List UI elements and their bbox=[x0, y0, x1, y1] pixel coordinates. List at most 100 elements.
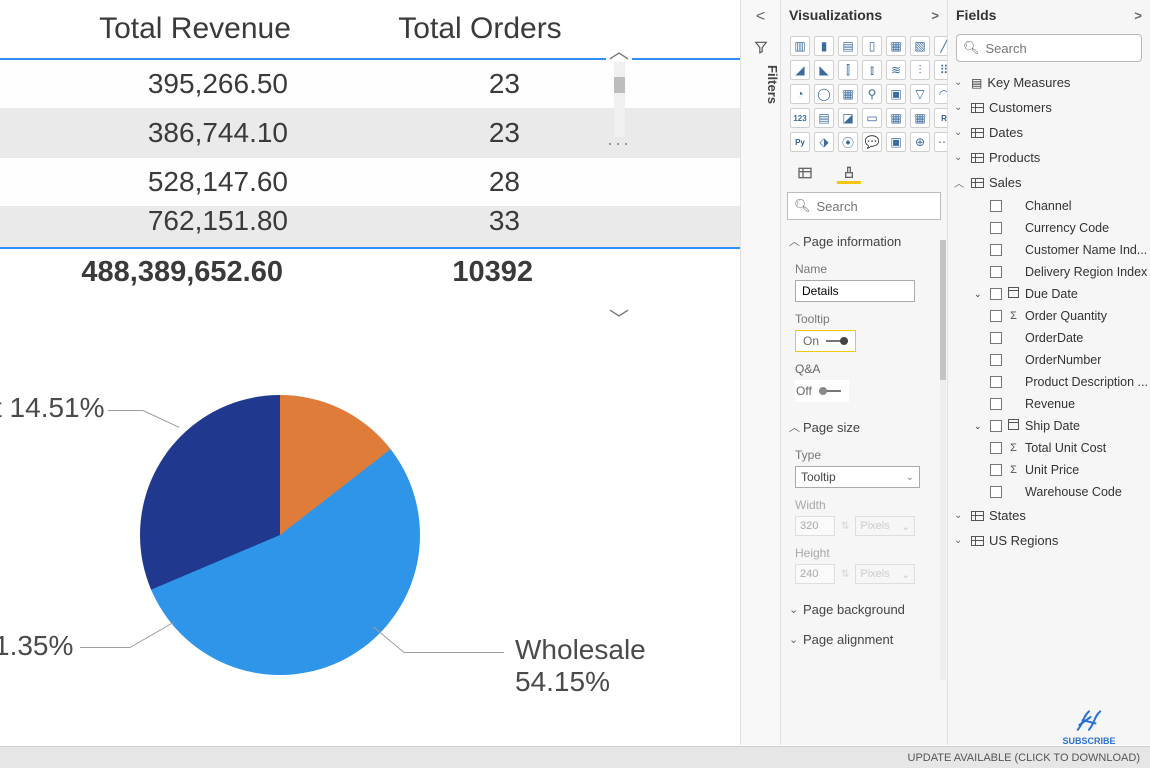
qa-visual-icon[interactable]: 💬 bbox=[862, 132, 882, 152]
scroll-track[interactable] bbox=[614, 62, 625, 137]
pie-chart[interactable]: t 14.51% 1.35% Wholesale 54.15% bbox=[0, 382, 740, 745]
filters-pane-collapsed[interactable]: < Filters bbox=[741, 0, 781, 745]
height-unit-select[interactable]: Pixels⌄ bbox=[855, 564, 915, 584]
field-revenue[interactable]: Revenue bbox=[974, 393, 1150, 415]
field-unit-price[interactable]: ΣUnit Price bbox=[974, 459, 1150, 481]
field-customer-name-ind-[interactable]: Customer Name Ind... bbox=[974, 239, 1150, 261]
scroll-thumb[interactable] bbox=[614, 77, 625, 93]
col-header-revenue[interactable]: Total Revenue bbox=[40, 12, 350, 46]
card-icon[interactable]: 123 bbox=[790, 108, 810, 128]
page-size-type-select[interactable]: Tooltip ⌄ bbox=[795, 466, 920, 488]
area-chart-icon[interactable]: ◢ bbox=[790, 60, 810, 80]
field-checkbox[interactable] bbox=[990, 288, 1002, 300]
donut-chart-icon[interactable]: ◯ bbox=[814, 84, 834, 104]
qa-toggle[interactable]: Off bbox=[795, 380, 849, 402]
table-node-key-measures[interactable]: ⌄▤Key Measures bbox=[954, 70, 1150, 95]
stacked-area-icon[interactable]: ◣ bbox=[814, 60, 834, 80]
line-clustered-column-icon[interactable]: ⫾ bbox=[862, 60, 882, 80]
field-checkbox[interactable] bbox=[990, 376, 1002, 388]
kpi-icon[interactable]: ◪ bbox=[838, 108, 858, 128]
status-bar[interactable]: UPDATE AVAILABLE (CLICK TO DOWNLOAD) bbox=[0, 746, 1150, 768]
get-more-visuals-icon[interactable]: ⋯ bbox=[934, 132, 948, 152]
field-product-description-[interactable]: Product Description ... bbox=[974, 371, 1150, 393]
fields-search-input[interactable]: 🔍︎ bbox=[956, 34, 1142, 62]
arcgis-icon[interactable]: ⊕ bbox=[910, 132, 930, 152]
100-stacked-bar-icon[interactable]: ▦ bbox=[886, 36, 906, 56]
viz-pane-scrollbar[interactable] bbox=[940, 240, 946, 680]
stacked-bar-icon[interactable]: ▥ bbox=[790, 36, 810, 56]
table-visual-icon[interactable]: ▦ bbox=[886, 108, 906, 128]
field-orderdate[interactable]: OrderDate bbox=[974, 327, 1150, 349]
clustered-bar-icon[interactable]: ▤ bbox=[838, 36, 858, 56]
field-delivery-region-index[interactable]: Delivery Region Index bbox=[974, 261, 1150, 283]
scroll-up-icon[interactable]: ︿ bbox=[606, 36, 632, 62]
field-channel[interactable]: Channel bbox=[974, 195, 1150, 217]
field-total-unit-cost[interactable]: ΣTotal Unit Cost bbox=[974, 437, 1150, 459]
table-node-products[interactable]: ⌄Products bbox=[954, 145, 1150, 170]
100-stacked-column-icon[interactable]: ▧ bbox=[910, 36, 930, 56]
field-checkbox[interactable] bbox=[990, 266, 1002, 278]
width-unit-select[interactable]: Pixels⌄ bbox=[855, 516, 915, 536]
field-currency-code[interactable]: Currency Code bbox=[974, 217, 1150, 239]
gauge-icon[interactable]: ◠ bbox=[934, 84, 948, 104]
slicer-icon[interactable]: ▭ bbox=[862, 108, 882, 128]
table-node-customers[interactable]: ⌄Customers bbox=[954, 95, 1150, 120]
ribbon-chart-icon[interactable]: ≋ bbox=[886, 60, 906, 80]
field-checkbox[interactable] bbox=[990, 332, 1002, 344]
pie-chart-icon[interactable]: ◔ bbox=[790, 84, 810, 104]
table-node-sales[interactable]: ︿Sales bbox=[954, 170, 1150, 195]
field-checkbox[interactable] bbox=[990, 398, 1002, 410]
update-available-link[interactable]: UPDATE AVAILABLE (CLICK TO DOWNLOAD) bbox=[908, 752, 1140, 764]
python-visual-icon[interactable]: Py bbox=[790, 132, 810, 152]
collapse-fields-icon[interactable]: > bbox=[1134, 8, 1142, 23]
section-page-alignment[interactable]: ⌄ Page alignment bbox=[781, 624, 947, 654]
expand-filters-icon[interactable]: < bbox=[741, 0, 780, 26]
field-checkbox[interactable] bbox=[990, 310, 1002, 322]
field-ordernumber[interactable]: OrderNumber bbox=[974, 349, 1150, 371]
format-search-field[interactable] bbox=[817, 199, 948, 214]
table-node-us-regions[interactable]: ⌄US Regions bbox=[954, 528, 1150, 553]
table-scrollbar[interactable]: ︿ ··· ﹀ bbox=[606, 36, 640, 336]
section-page-size[interactable]: ︿ Page size bbox=[781, 412, 947, 442]
field-order-quantity[interactable]: ΣOrder Quantity bbox=[974, 305, 1150, 327]
format-tab[interactable] bbox=[837, 162, 861, 184]
pie-graphic[interactable] bbox=[140, 395, 420, 675]
multi-row-card-icon[interactable]: ▤ bbox=[814, 108, 834, 128]
clustered-column-icon[interactable]: ▯ bbox=[862, 36, 882, 56]
scroll-down-icon[interactable]: ﹀ bbox=[606, 304, 632, 330]
field-checkbox[interactable] bbox=[990, 420, 1002, 432]
field-due-date[interactable]: ⌄Due Date bbox=[974, 283, 1150, 305]
page-name-input[interactable] bbox=[795, 280, 915, 302]
field-ship-date[interactable]: ⌄Ship Date bbox=[974, 415, 1150, 437]
scatter-icon[interactable]: ⠿ bbox=[934, 60, 948, 80]
waterfall-icon[interactable]: ⫶ bbox=[910, 60, 930, 80]
stacked-column-icon[interactable]: ▮ bbox=[814, 36, 834, 56]
r-visual-icon[interactable]: R bbox=[934, 108, 948, 128]
line-chart-icon[interactable]: ╱ bbox=[934, 36, 948, 56]
field-checkbox[interactable] bbox=[990, 464, 1002, 476]
paginated-report-icon[interactable]: ▣ bbox=[886, 132, 906, 152]
scroll-thumb[interactable] bbox=[940, 240, 946, 380]
tooltip-toggle[interactable]: On bbox=[795, 330, 856, 352]
key-influencers-icon[interactable]: ⬗ bbox=[814, 132, 834, 152]
table-node-dates[interactable]: ⌄Dates bbox=[954, 120, 1150, 145]
map-icon[interactable]: ⚲ bbox=[862, 84, 882, 104]
field-warehouse-code[interactable]: Warehouse Code bbox=[974, 481, 1150, 503]
height-input[interactable] bbox=[795, 564, 835, 584]
col-header-orders[interactable]: Total Orders bbox=[350, 12, 610, 46]
field-checkbox[interactable] bbox=[990, 222, 1002, 234]
format-search-input[interactable]: 🔍︎ bbox=[787, 192, 941, 220]
field-checkbox[interactable] bbox=[990, 244, 1002, 256]
section-page-information[interactable]: ︿ Page information bbox=[781, 226, 947, 256]
field-checkbox[interactable] bbox=[990, 354, 1002, 366]
field-checkbox[interactable] bbox=[990, 200, 1002, 212]
field-checkbox[interactable] bbox=[990, 486, 1002, 498]
line-column-icon[interactable]: ⫿ bbox=[838, 60, 858, 80]
table-node-states[interactable]: ⌄States bbox=[954, 503, 1150, 528]
matrix-icon[interactable]: ▦ bbox=[910, 108, 930, 128]
field-checkbox[interactable] bbox=[990, 442, 1002, 454]
filled-map-icon[interactable]: ▣ bbox=[886, 84, 906, 104]
fields-search-field[interactable] bbox=[986, 41, 1150, 56]
decomposition-tree-icon[interactable]: ⦿ bbox=[838, 132, 858, 152]
fields-tab[interactable] bbox=[793, 162, 817, 184]
